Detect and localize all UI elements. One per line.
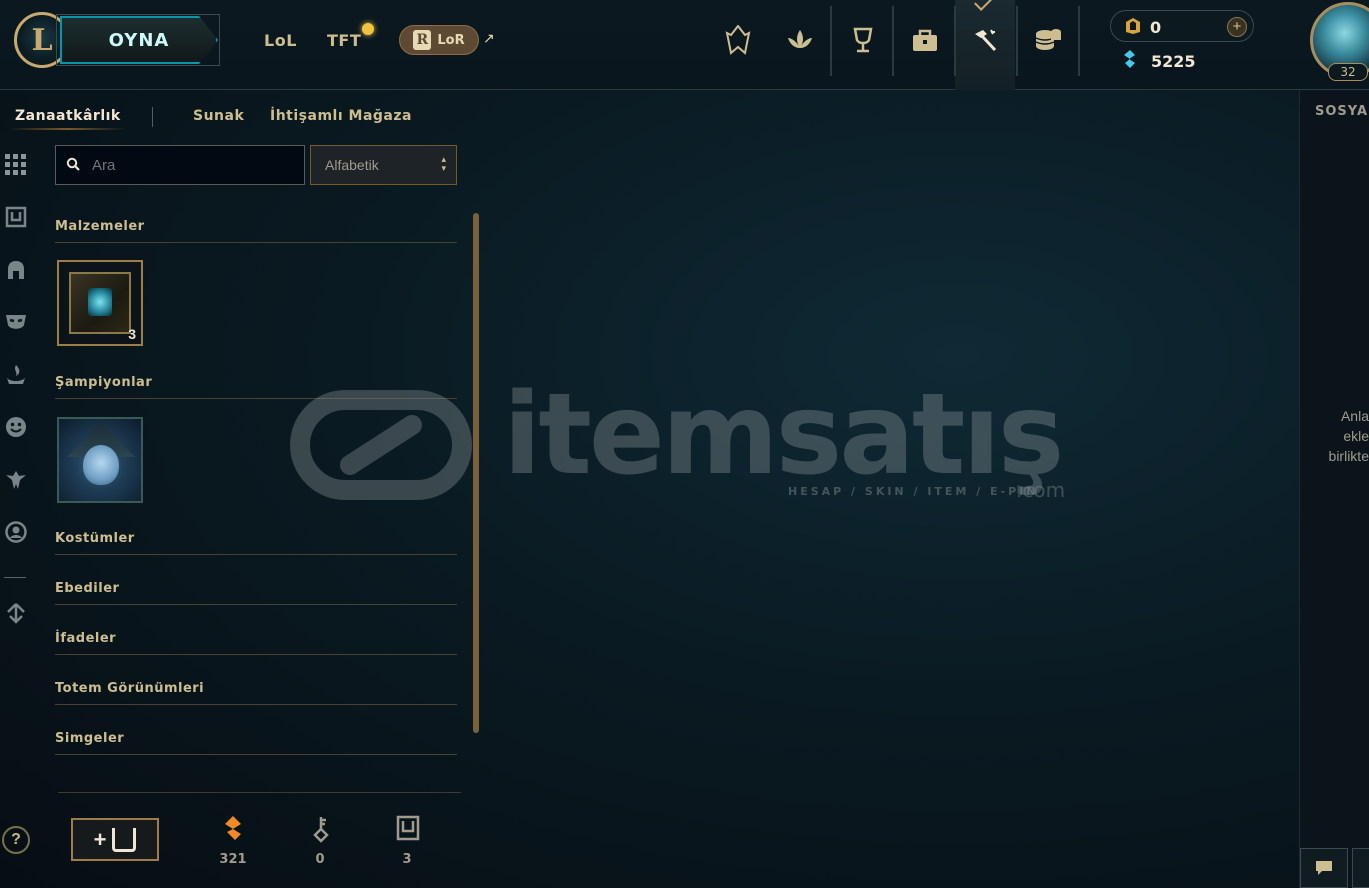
keys-value: 0 [315, 852, 325, 867]
search-input[interactable] [92, 156, 282, 174]
sort-dropdown[interactable]: Alfabetik ▴ ▾ [310, 145, 457, 185]
nav-divider [892, 6, 894, 76]
nav-divider [830, 6, 832, 76]
social-title: SOSYAL [1315, 104, 1369, 119]
search-icon [66, 157, 80, 174]
crafting-hammer-icon[interactable] [967, 22, 1003, 58]
grid-icon[interactable] [3, 152, 29, 178]
tab-altar[interactable]: Sunak [193, 108, 244, 124]
active-tab-underline [8, 128, 126, 130]
key-icon [306, 815, 336, 849]
totem-icon[interactable] [3, 467, 29, 493]
lor-label: LoR [437, 32, 465, 48]
trophy-icon[interactable] [845, 22, 881, 58]
subnav-divider [152, 107, 153, 127]
watermark: itemsatış HESAP / SKIN / ITEM / E-PIN .c… [290, 370, 1090, 510]
search-field[interactable] [55, 145, 305, 185]
collection-bag-icon[interactable] [907, 22, 943, 58]
loot-flower-icon[interactable] [782, 22, 818, 58]
chests-value: 3 [402, 852, 412, 867]
tab-prestige-store[interactable]: İhtişamlı Mağaza [270, 108, 412, 124]
level-badge: 32 [1328, 63, 1368, 81]
sort-selected-value: Alfabetik [325, 157, 379, 173]
store-coins-icon[interactable] [1030, 22, 1066, 58]
blue-essence-icon [1121, 49, 1139, 75]
section-eternals[interactable]: Ebediler [55, 581, 119, 596]
lor-badge-icon: R [413, 30, 432, 50]
arrow-icon[interactable] [3, 600, 29, 626]
riot-points-icon [1123, 16, 1143, 41]
section-icons[interactable]: Simgeler [55, 731, 124, 746]
watermark-brand: itemsatış [503, 370, 1064, 500]
section-divider [55, 754, 457, 755]
champion-shard-tile[interactable] [57, 417, 143, 503]
buy-rp-button[interactable]: + [1227, 17, 1247, 37]
nav-divider [1078, 6, 1080, 76]
orange-essence-icon [218, 815, 248, 847]
chat-button[interactable] [1300, 848, 1348, 888]
section-divider [55, 704, 457, 705]
section-emotes[interactable]: İfadeler [55, 631, 116, 646]
craft-chest-button[interactable]: + [71, 818, 159, 861]
emote-icon[interactable] [3, 414, 29, 440]
tab-crafting[interactable]: Zanaatkârlık [15, 108, 121, 124]
tab-lol[interactable]: LoL [264, 31, 297, 50]
external-link-icon: ↗ [483, 30, 495, 46]
section-divider [55, 654, 457, 655]
chest-count-icon [393, 815, 423, 847]
watermark-dotcom: .com [1016, 478, 1066, 502]
plus-icon: + [93, 826, 107, 852]
chest-crystal [88, 288, 112, 316]
riot-points-value: 0 [1150, 18, 1162, 37]
profile-icon[interactable] [3, 519, 29, 545]
inventory-scrollbar[interactable] [473, 213, 479, 733]
section-divider [55, 398, 457, 399]
notification-dot [362, 23, 374, 35]
chest-icon [112, 827, 137, 852]
logo-letter: L [31, 22, 53, 58]
mask-icon[interactable] [3, 309, 29, 335]
champion-face [83, 445, 119, 485]
nav-divider [1016, 6, 1018, 76]
ward-icon[interactable] [3, 362, 29, 388]
watermark-tagline: HESAP / SKIN / ITEM / E-PIN [788, 485, 1039, 498]
bottom-divider [58, 792, 461, 793]
chevron-up-down-icon: ▴ ▾ [441, 154, 446, 173]
social-line: ekle [1343, 428, 1369, 444]
add-friend-button[interactable] [1352, 848, 1369, 888]
section-divider [55, 242, 457, 243]
watermark-logo [290, 390, 472, 500]
hextech-chest-tile[interactable]: 3 [57, 260, 143, 346]
section-champions: Şampiyonlar [55, 375, 153, 390]
helmet-icon[interactable] [3, 257, 29, 283]
help-button[interactable]: ? [2, 826, 30, 854]
chest-icon[interactable] [3, 204, 29, 230]
section-materials: Malzemeler [55, 219, 145, 234]
champions-icon[interactable] [720, 22, 756, 58]
social-line: birlikte [1328, 448, 1369, 464]
section-ward-skins[interactable]: Totem Görünümleri [55, 681, 204, 696]
social-empty-message: Anla ekle birlikte [1309, 406, 1369, 466]
play-button[interactable]: OYNA [60, 16, 218, 64]
section-divider [55, 554, 457, 555]
chat-icon [1316, 861, 1332, 875]
blue-essence-value: 5225 [1151, 52, 1196, 71]
social-line: Anla [1340, 408, 1369, 424]
nav-divider [954, 6, 956, 76]
section-divider [55, 604, 457, 605]
rail-divider [4, 577, 26, 578]
orange-essence-value: 321 [219, 852, 247, 867]
section-skins[interactable]: Kostümler [55, 531, 135, 546]
lor-button[interactable]: R LoR [399, 25, 479, 55]
play-label: OYNA [108, 29, 170, 51]
tab-tft[interactable]: TFT [327, 31, 361, 50]
social-panel: SOSYAL Anla ekle birlikte [1299, 91, 1369, 888]
item-count: 3 [128, 326, 136, 342]
